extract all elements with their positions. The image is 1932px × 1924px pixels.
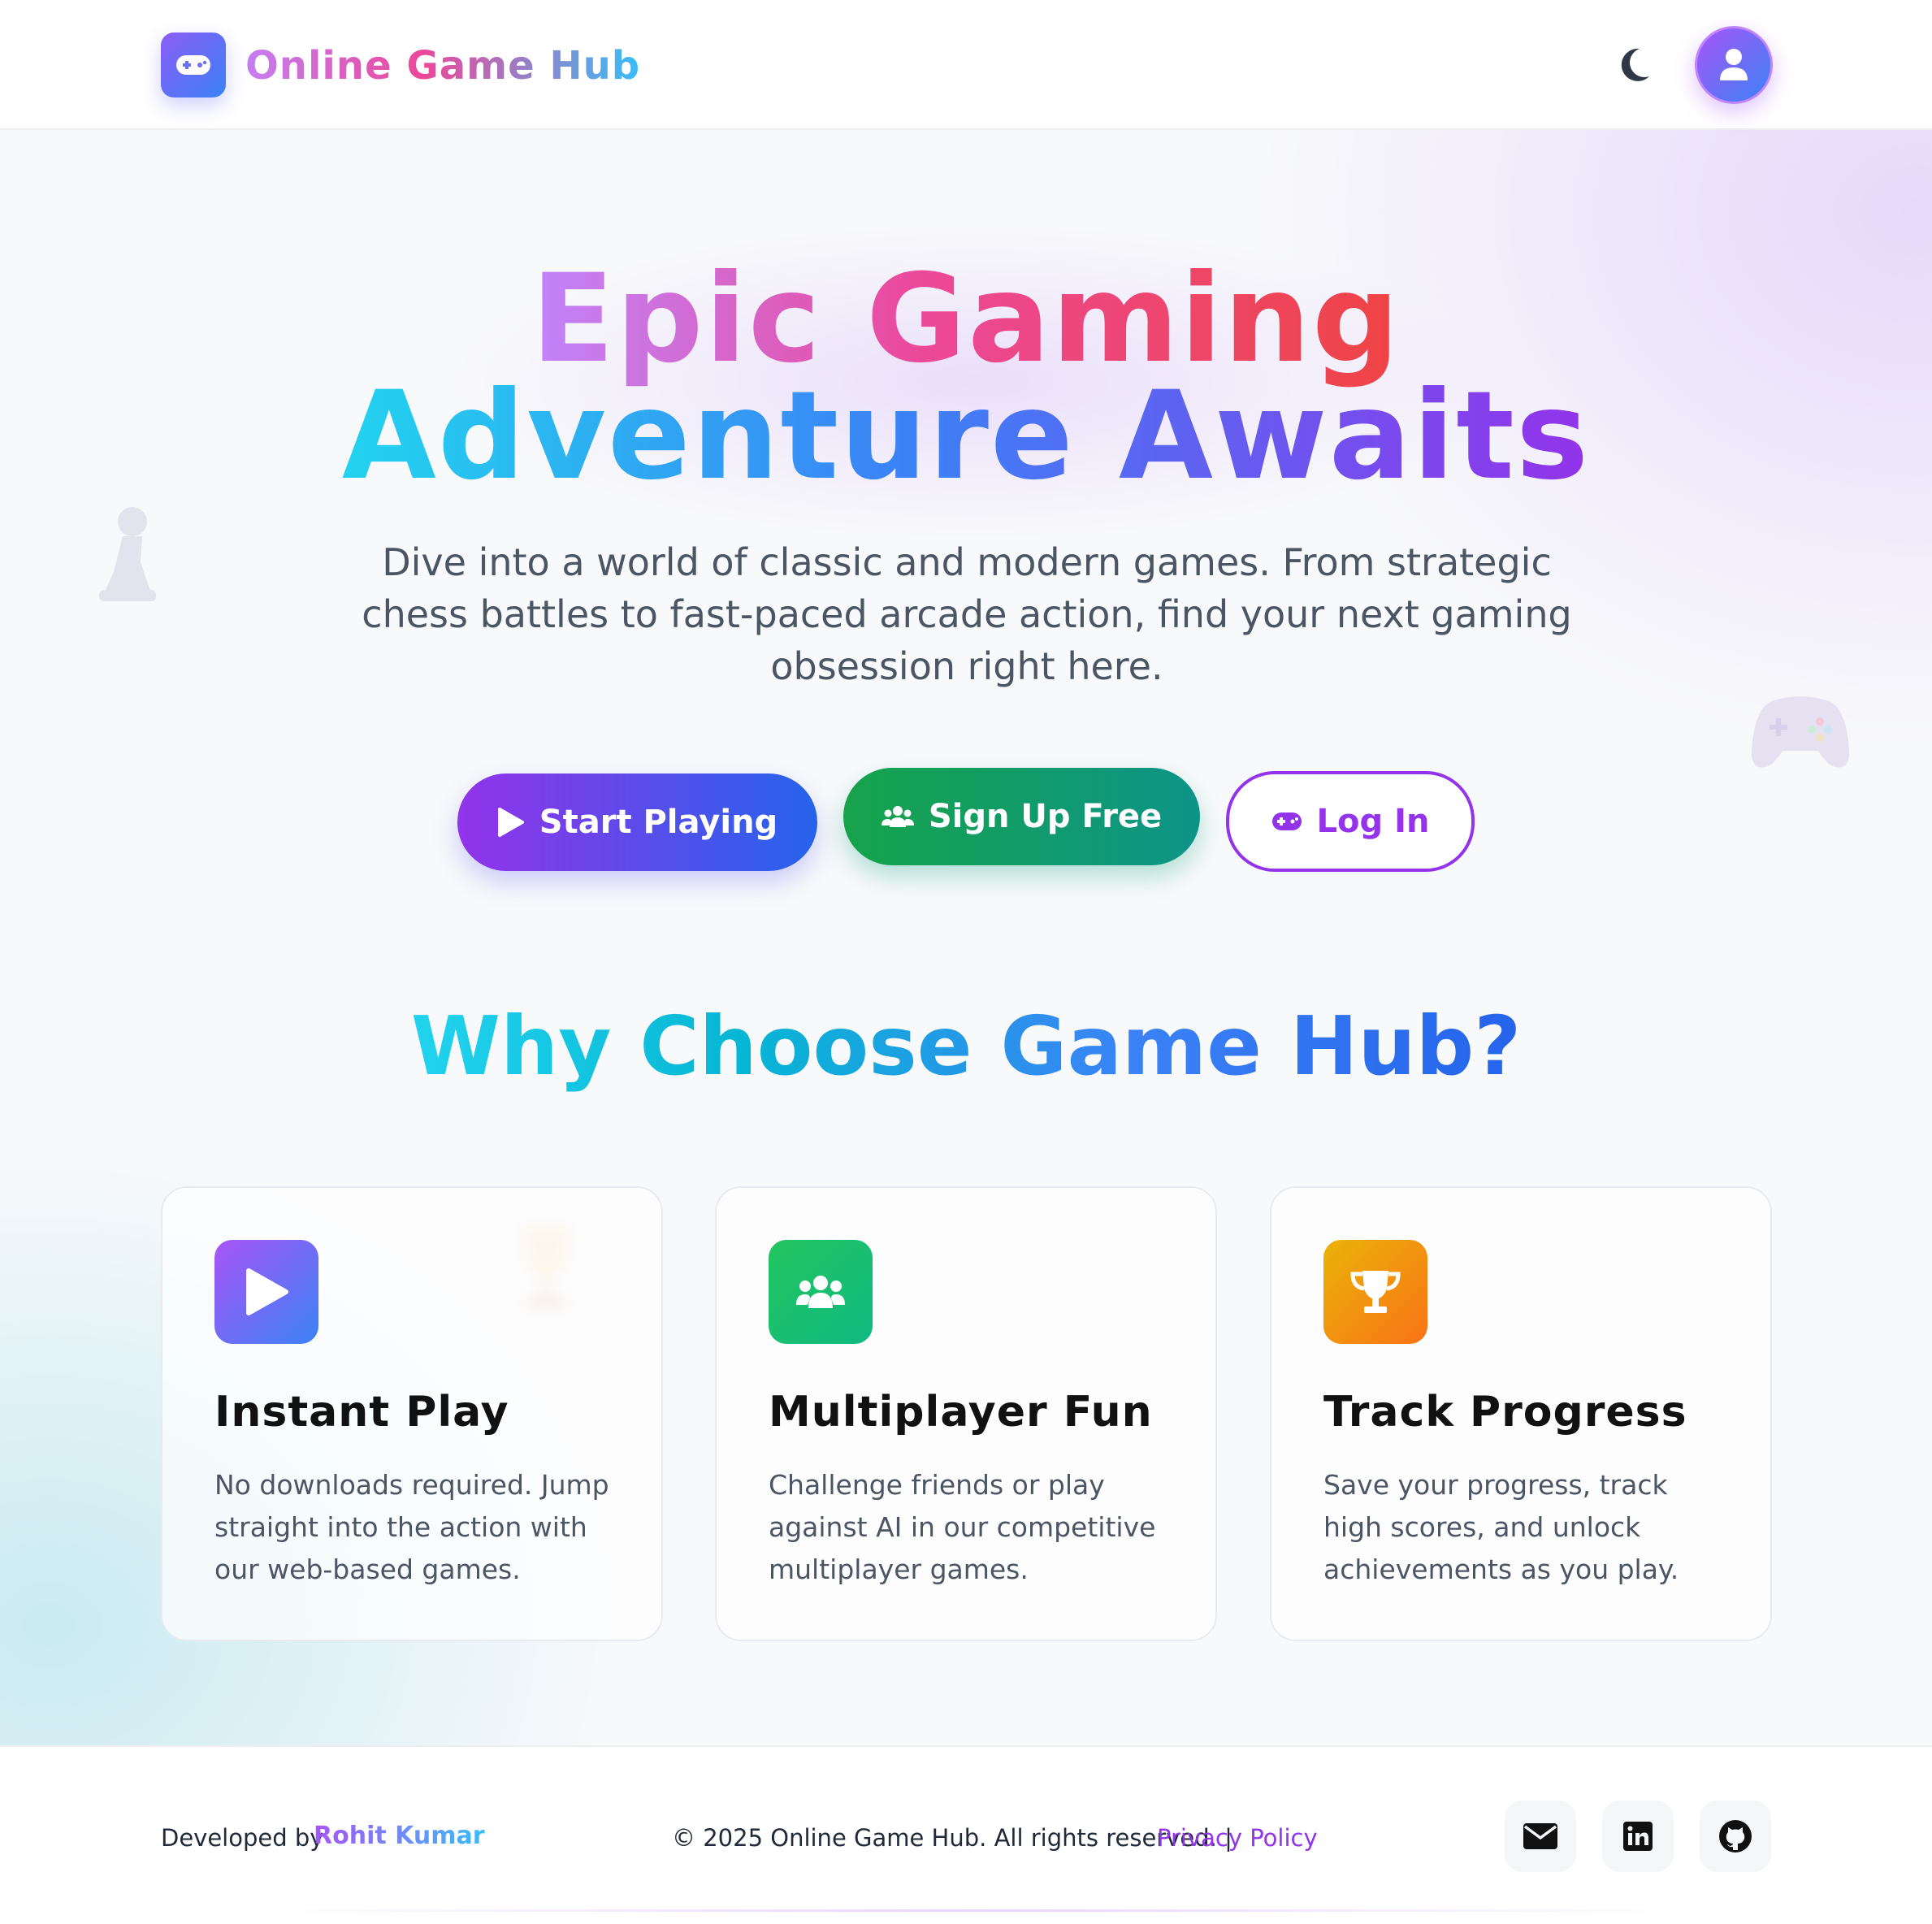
footer-divider [244,1909,1706,1912]
gamepad-icon [1271,812,1302,830]
copyright-text: © 2025 Online Game Hub. All rights reser… [672,1824,1232,1852]
sign-up-label: Sign Up Free [928,798,1163,835]
users-icon [769,1240,873,1344]
trophy-icon [1323,1240,1427,1344]
moon-icon[interactable] [1615,46,1654,84]
hero-subtitle: Dive into a world of classic and modern … [362,540,1572,688]
user-icon [1720,49,1748,80]
gamepad-decor-icon [1750,692,1851,777]
play-icon [497,808,524,837]
top-navbar: Online Game Hub [0,0,1932,130]
feature-card-track-progress: Track Progress Save your progress, track… [1270,1186,1772,1641]
log-in-label: Log In [1316,803,1430,840]
hero-title-line1: Epic Gaming [531,249,1401,390]
logo-gamepad-icon[interactable] [161,32,226,98]
card-title: Instant Play [214,1388,509,1436]
section-title: Why Choose Game Hub? [410,999,1522,1094]
brand-title[interactable]: Online Game Hub [245,37,640,94]
chess-pawn-icon [96,505,156,609]
card-description: Save your progress, track high scores, a… [1323,1469,1679,1585]
card-title: Multiplayer Fun [769,1388,1153,1436]
privacy-policy-link[interactable]: Privacy Policy [1157,1822,1318,1854]
start-playing-button[interactable]: Start Playing [457,774,817,871]
footer: Developed by Rohit Kumar © 2025 Online G… [0,1745,1932,1924]
card-description: Challenge friends or play against AI in … [769,1469,1156,1585]
card-title: Track Progress [1323,1388,1687,1436]
play-icon [214,1240,318,1344]
sign-up-button[interactable]: Sign Up Free [843,768,1200,865]
linkedin-icon[interactable] [1602,1800,1674,1872]
developed-by-label: Developed by [161,1824,324,1852]
envelope-icon[interactable] [1505,1800,1576,1872]
start-playing-label: Start Playing [539,804,778,841]
github-icon[interactable] [1700,1800,1771,1872]
log-in-button[interactable]: Log In [1226,771,1475,872]
profile-button[interactable] [1695,26,1773,104]
users-icon [881,806,914,827]
developer-name-link[interactable]: Rohit Kumar [314,1820,485,1852]
feature-card-multiplayer: Multiplayer Fun Challenge friends or pla… [715,1186,1217,1641]
feature-card-instant-play: Instant Play No downloads required. Jump… [161,1186,663,1641]
hero-title-line2: Adventure Awaits [341,366,1591,507]
card-description: No downloads required. Jump straight int… [214,1469,609,1585]
